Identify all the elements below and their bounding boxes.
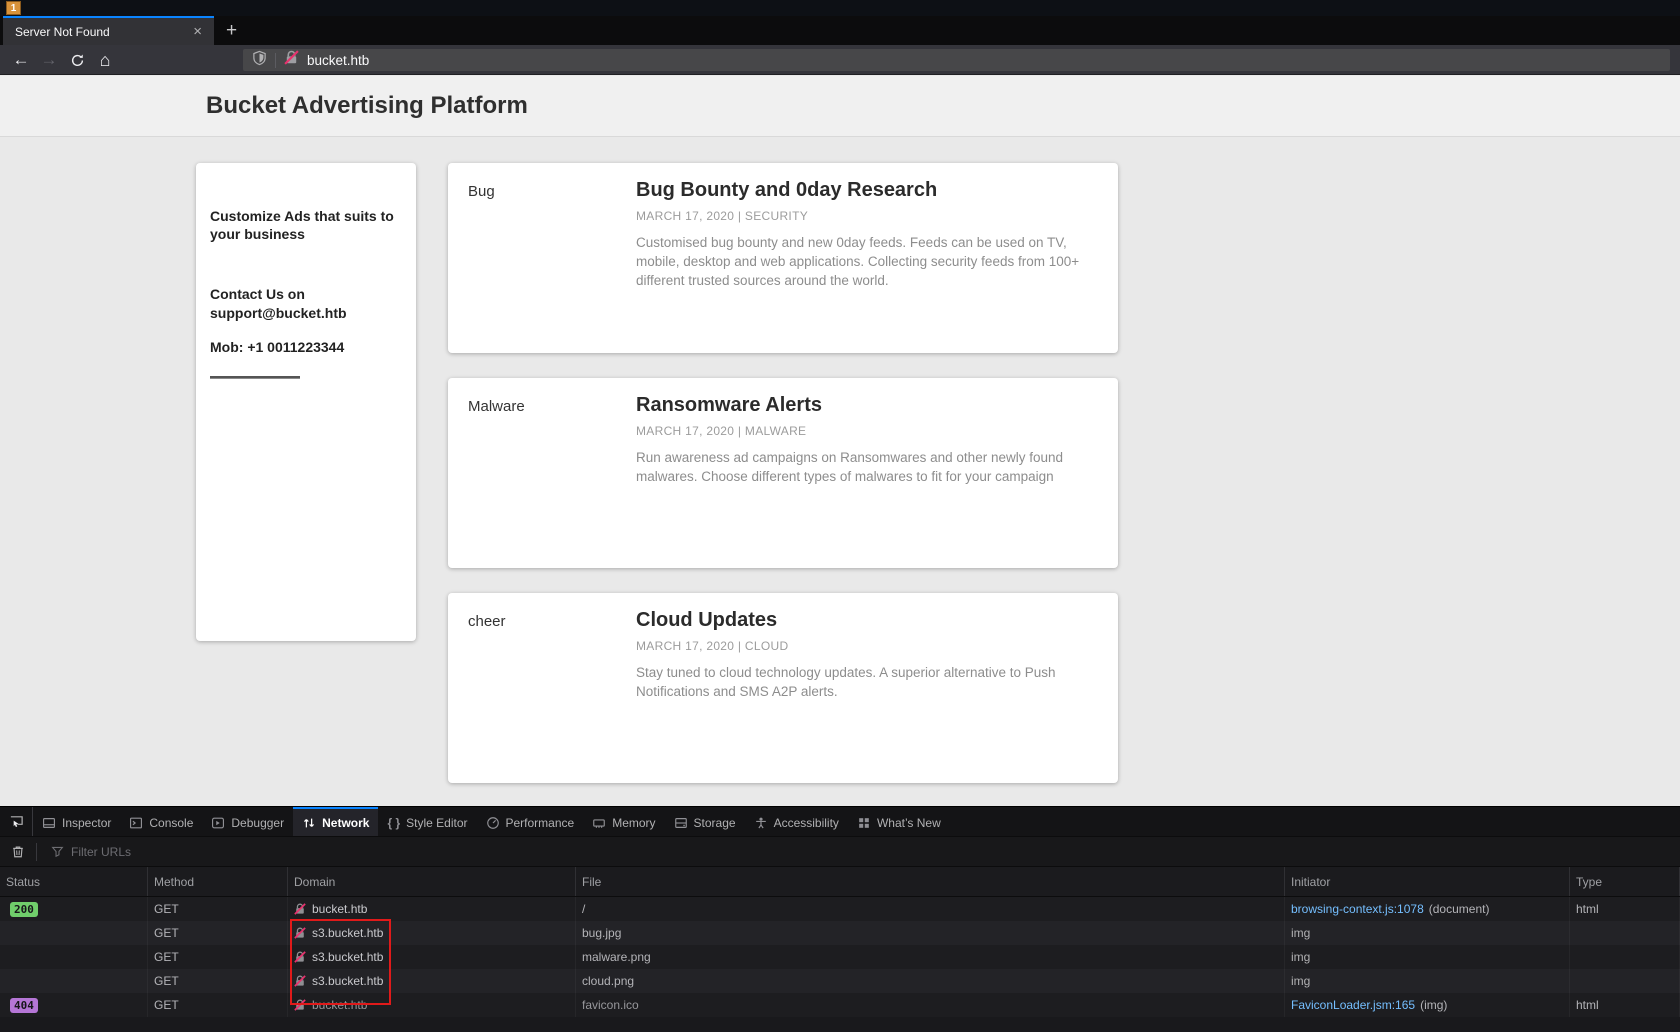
site-header: Bucket Advertising Platform <box>0 76 1680 137</box>
sidebar-divider <box>210 376 300 379</box>
reload-icon[interactable] <box>64 45 90 75</box>
url-separator <box>275 53 276 68</box>
page-title: Bucket Advertising Platform <box>206 92 528 120</box>
initiator-link[interactable]: FaviconLoader.jsm:165 <box>1291 998 1415 1012</box>
devtools-panel: Inspector Console Debugger Network { } S… <box>0 806 1680 1032</box>
ad-meta: MARCH 17, 2020 | MALWARE <box>636 424 1088 438</box>
devtools-tabbar: Inspector Console Debugger Network { } S… <box>0 807 1680 837</box>
ad-card-cloud: cheer Cloud Updates MARCH 17, 2020 | CLO… <box>448 593 1118 783</box>
tab-storage[interactable]: Storage <box>665 807 745 836</box>
tab-network[interactable]: Network <box>293 807 378 836</box>
column-method[interactable]: Method <box>148 867 288 896</box>
forward-icon[interactable]: → <box>36 45 62 75</box>
ad-body: Stay tuned to cloud technology updates. … <box>636 664 1088 702</box>
network-row[interactable]: GET s3.bucket.htb bug.jpg img <box>0 921 1680 945</box>
ad-title: Bug Bounty and 0day Research <box>636 177 1088 202</box>
workspace-badge[interactable]: 1 <box>6 1 21 15</box>
broken-image-alt: Bug <box>468 177 636 339</box>
column-file[interactable]: File <box>576 867 1285 896</box>
new-tab-button[interactable]: + <box>214 16 249 45</box>
ad-meta: MARCH 17, 2020 | CLOUD <box>636 639 1088 653</box>
sidebar-contact: Contact Us on support@bucket.htb <box>210 285 400 321</box>
sidebar-card: Customize Ads that suits to your busines… <box>196 163 416 641</box>
page-body: Customize Ads that suits to your busines… <box>0 138 1680 806</box>
sidebar-mobile: Mob: +1 0011223344 <box>210 338 400 356</box>
ad-title: Cloud Updates <box>636 607 1088 632</box>
url-text: bucket.htb <box>307 53 369 68</box>
status-badge: 200 <box>10 902 38 917</box>
network-row[interactable]: GET s3.bucket.htb malware.png img <box>0 945 1680 969</box>
braces-icon: { } <box>387 816 400 830</box>
broken-image-alt: Malware <box>468 392 636 554</box>
tab-inspector[interactable]: Inspector <box>33 807 120 836</box>
ad-meta: MARCH 17, 2020 | SECURITY <box>636 209 1088 223</box>
column-initiator[interactable]: Initiator <box>1285 867 1570 896</box>
insecure-lock-icon <box>294 927 306 939</box>
initiator-link[interactable]: browsing-context.js:1078 <box>1291 902 1424 916</box>
insecure-lock-icon <box>294 951 306 963</box>
ad-body: Run awareness ad campaigns on Ransomware… <box>636 449 1088 487</box>
home-icon[interactable]: ⌂ <box>92 45 118 75</box>
tab-style-editor[interactable]: { } Style Editor <box>378 807 476 836</box>
broken-image-alt: cheer <box>468 607 636 769</box>
network-row[interactable]: 404 GET bucket.htb favicon.ico FaviconLo… <box>0 993 1680 1017</box>
tab-close-icon[interactable]: × <box>189 22 206 41</box>
column-status[interactable]: Status <box>0 867 148 896</box>
workspace-bar: 1 <box>0 0 1680 16</box>
clear-requests-icon[interactable] <box>0 844 36 859</box>
ad-card-malware: Malware Ransomware Alerts MARCH 17, 2020… <box>448 378 1118 568</box>
network-row[interactable]: GET s3.bucket.htb cloud.png img <box>0 969 1680 993</box>
back-icon[interactable]: ← <box>8 45 34 75</box>
tab-title: Server Not Found <box>15 25 189 39</box>
devtools-filter-row: Filter URLs <box>0 837 1680 867</box>
url-bar[interactable]: bucket.htb <box>243 49 1670 71</box>
tab-whats-new[interactable]: What’s New <box>848 807 950 836</box>
column-type[interactable]: Type <box>1570 867 1680 896</box>
tab-debugger[interactable]: Debugger <box>202 807 293 836</box>
insecure-lock-icon <box>294 975 306 987</box>
sidebar-heading: Customize Ads that suits to your busines… <box>210 207 400 243</box>
browser-tab-bar: Server Not Found × + <box>0 16 1680 45</box>
network-table-filler <box>0 1017 1680 1032</box>
tab-console[interactable]: Console <box>120 807 202 836</box>
insecure-lock-icon[interactable] <box>284 50 299 70</box>
shield-icon[interactable] <box>252 50 267 71</box>
status-badge: 404 <box>10 998 38 1013</box>
column-domain[interactable]: Domain <box>288 867 576 896</box>
filter-placeholder: Filter URLs <box>71 845 131 859</box>
ad-title: Ransomware Alerts <box>636 392 1088 417</box>
insecure-lock-icon <box>294 903 306 915</box>
network-row[interactable]: 200 GET bucket.htb / browsing-context.js… <box>0 897 1680 921</box>
network-table-header: Status Method Domain File Initiator Type <box>0 867 1680 897</box>
tab-memory[interactable]: Memory <box>583 807 664 836</box>
tab-performance[interactable]: Performance <box>477 807 584 836</box>
tab-accessibility[interactable]: Accessibility <box>745 807 848 836</box>
insecure-lock-icon <box>294 999 306 1011</box>
ad-body: Customised bug bounty and new 0day feeds… <box>636 234 1088 291</box>
screen: 1 Server Not Found × + ← → ⌂ bucket.htb … <box>0 0 1680 1032</box>
nav-toolbar: ← → ⌂ bucket.htb <box>0 45 1680 75</box>
element-picker-icon[interactable] <box>0 807 33 836</box>
filter-urls-input[interactable]: Filter URLs <box>51 845 131 859</box>
ad-card-security: Bug Bug Bounty and 0day Research MARCH 1… <box>448 163 1118 353</box>
filter-separator <box>36 843 37 861</box>
browser-tab[interactable]: Server Not Found × <box>3 16 214 45</box>
